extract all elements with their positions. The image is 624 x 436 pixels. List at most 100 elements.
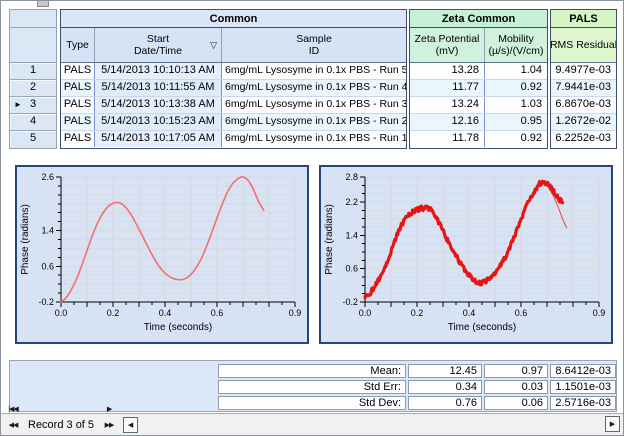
table-row: 11.780.92 (410, 130, 547, 147)
stats-label: Std Err: (218, 380, 406, 394)
cell-type[interactable]: PALS (61, 131, 94, 147)
cell-type[interactable]: PALS (61, 63, 94, 79)
cell-mobility[interactable]: 1.04 (484, 63, 547, 79)
cell-rms-residual[interactable]: 1.2672e-02 (551, 114, 616, 130)
stats-label: Mean: (218, 364, 406, 378)
table-row: PALS5/14/2013 10:13:38 AM6mg/mL Lysosyme… (61, 96, 406, 113)
row-header-cell[interactable]: 3► (10, 96, 56, 113)
row-header-cell[interactable]: 5 (10, 130, 56, 147)
cell-sample-id[interactable]: 6mg/mL Lysosyme in 0.1x PBS - Run 4 (221, 80, 406, 96)
col-header-rms-residual[interactable]: RMS Residual (551, 28, 616, 62)
svg-text:Time (seconds): Time (seconds) (144, 322, 213, 333)
cell-sample-id[interactable]: 6mg/mL Lysosyme in 0.1x PBS - Run 2 (221, 114, 406, 130)
stats-label: Std Dev: (218, 396, 406, 410)
stats-mobility-value: 0.97 (484, 364, 548, 378)
previous-record-button[interactable]: ◀ (5, 433, 21, 436)
table-row: 12.160.95 (410, 113, 547, 130)
stats-rms-value: 2.5716e-03 (550, 396, 616, 410)
stats-zeta-value: 12.45 (408, 364, 482, 378)
phase-plot-measured-svg: 0.00.20.40.60.9-0.20.61.42.22.8Time (sec… (321, 167, 611, 342)
cell-sample-id[interactable]: 6mg/mL Lysosyme in 0.1x PBS - Run 1 (221, 131, 406, 147)
last-record-button[interactable]: ▶▶| (101, 433, 117, 436)
table-row: PALS5/14/2013 10:17:05 AM6mg/mL Lysosyme… (61, 130, 406, 147)
group-header-pals: PALS (551, 10, 616, 28)
svg-text:1.4: 1.4 (41, 226, 54, 236)
table-row: PALS5/14/2013 10:11:55 AM6mg/mL Lysosyme… (61, 79, 406, 96)
svg-text:-0.2: -0.2 (342, 297, 358, 307)
stats-row: Mean:12.450.978.6412e-03 (10, 364, 616, 378)
next-record-button[interactable]: ▶ (101, 401, 117, 417)
cell-rms-residual[interactable]: 6.8670e-03 (551, 97, 616, 113)
cell-zeta-potential[interactable]: 13.24 (410, 97, 484, 113)
svg-text:0.6: 0.6 (211, 308, 224, 318)
svg-text:0.6: 0.6 (515, 308, 528, 318)
phase-plot-smooth-svg: 0.00.20.40.60.9-0.20.61.42.6Time (second… (17, 167, 307, 342)
cell-zeta-potential[interactable]: 13.28 (410, 63, 484, 79)
cell-mobility[interactable]: 1.03 (484, 97, 547, 113)
col-header-start-datetime[interactable]: Start Date/Time ▽ (94, 28, 221, 62)
zeta-common-section: Zeta Common Zeta Potential (mV) Mobility… (409, 9, 548, 149)
col-header-type[interactable]: Type (61, 28, 94, 62)
col-header-sample-id[interactable]: Sample ID (221, 28, 406, 62)
splitter-grip[interactable] (37, 1, 49, 7)
cell-type[interactable]: PALS (61, 114, 94, 130)
stats-zeta-value: 0.76 (408, 396, 482, 410)
zeta-results-window: 123►45 Common Type Start Date/Time ▽ Sam… (0, 0, 624, 436)
first-record-button[interactable]: |◀◀ (5, 401, 21, 417)
svg-text:2.2: 2.2 (345, 197, 358, 207)
table-row: 1.2672e-02 (551, 113, 616, 130)
stats-mobility-value: 0.03 (484, 380, 548, 394)
row-header-cell[interactable]: 4 (10, 113, 56, 130)
grid-corner-cell[interactable] (10, 10, 56, 28)
rewind-records-button[interactable]: ◀◀ (5, 417, 21, 433)
pals-section: PALS RMS Residual 9.4977e-037.9441e-036.… (550, 9, 617, 149)
scroll-right-button[interactable]: ▶ (605, 416, 620, 432)
record-navigator-bar: |◀◀◀◀◀ Record 3 of 5 ▶▶▶▶▶| ◀ ▶ (1, 413, 623, 435)
sort-descending-icon: ▽ (210, 39, 217, 51)
svg-text:0.0: 0.0 (55, 308, 68, 318)
cell-zeta-potential[interactable]: 12.16 (410, 114, 484, 130)
svg-text:2.6: 2.6 (41, 172, 54, 182)
scroll-left-button[interactable]: ◀ (123, 417, 138, 433)
cell-type[interactable]: PALS (61, 80, 94, 96)
stats-rms-value: 8.6412e-03 (550, 364, 616, 378)
phase-plot-smooth: 0.00.20.40.60.9-0.20.61.42.6Time (second… (15, 165, 309, 344)
row-header-spacer (10, 28, 56, 63)
cell-zeta-potential[interactable]: 11.78 (410, 131, 484, 147)
cell-start-datetime[interactable]: 5/14/2013 10:10:13 AM (94, 63, 221, 79)
svg-text:0.4: 0.4 (463, 308, 476, 318)
row-header-cell[interactable]: 1 (10, 63, 56, 79)
cell-start-datetime[interactable]: 5/14/2013 10:17:05 AM (94, 131, 221, 147)
cell-mobility[interactable]: 0.95 (484, 114, 547, 130)
stats-zeta-value: 0.34 (408, 380, 482, 394)
cell-mobility[interactable]: 0.92 (484, 80, 547, 96)
svg-text:Phase (radians): Phase (radians) (20, 204, 31, 275)
cell-start-datetime[interactable]: 5/14/2013 10:13:38 AM (94, 97, 221, 113)
svg-text:0.9: 0.9 (289, 308, 302, 318)
cell-mobility[interactable]: 0.92 (484, 131, 547, 147)
col-header-mobility[interactable]: Mobility (µ/s)/(V/cm) (484, 28, 547, 62)
col-header-zeta-potential[interactable]: Zeta Potential (mV) (410, 28, 484, 62)
cell-sample-id[interactable]: 6mg/mL Lysosyme in 0.1x PBS - Run 3 (221, 97, 406, 113)
cell-rms-residual[interactable]: 9.4977e-03 (551, 63, 616, 79)
svg-text:0.4: 0.4 (159, 308, 172, 318)
cell-start-datetime[interactable]: 5/14/2013 10:15:23 AM (94, 114, 221, 130)
stats-rms-value: 1.1501e-03 (550, 380, 616, 394)
cell-sample-id[interactable]: 6mg/mL Lysosyme in 0.1x PBS - Run 5 (221, 63, 406, 79)
row-header-column: 123►45 (9, 9, 57, 149)
cell-zeta-potential[interactable]: 11.77 (410, 80, 484, 96)
forward-records-button[interactable]: ▶▶ (101, 417, 117, 433)
cell-start-datetime[interactable]: 5/14/2013 10:11:55 AM (94, 80, 221, 96)
table-row: 11.770.92 (410, 79, 547, 96)
svg-text:2.8: 2.8 (345, 172, 358, 182)
cell-rms-residual[interactable]: 7.9441e-03 (551, 80, 616, 96)
svg-text:0.6: 0.6 (41, 261, 54, 271)
table-row: 9.4977e-03 (551, 63, 616, 79)
cell-type[interactable]: PALS (61, 97, 94, 113)
stats-row: Std Err:0.340.031.1501e-03 (10, 380, 616, 394)
cell-rms-residual[interactable]: 6.2252e-03 (551, 131, 616, 147)
row-header-cell[interactable]: 2 (10, 79, 56, 96)
svg-text:0.9: 0.9 (593, 308, 606, 318)
svg-text:Time (seconds): Time (seconds) (448, 322, 517, 333)
group-header-zeta-common: Zeta Common (410, 10, 547, 28)
